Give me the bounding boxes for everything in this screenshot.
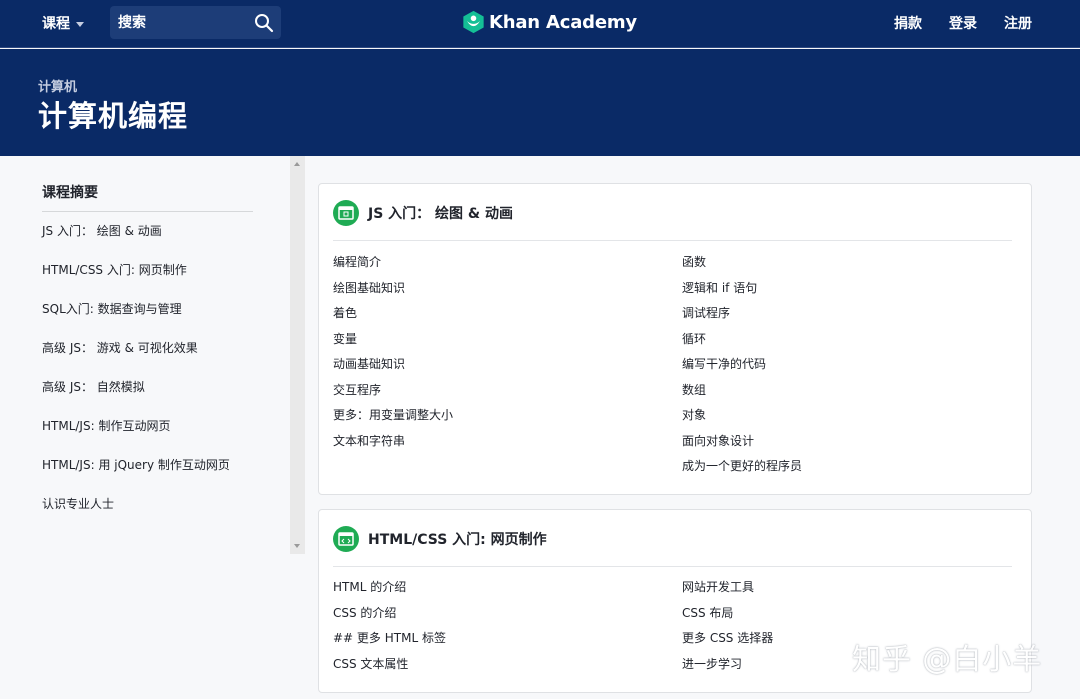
- topic-link[interactable]: 交互程序: [333, 381, 381, 398]
- topic-link[interactable]: 更多 CSS 选择器: [682, 629, 773, 646]
- search-box: [110, 6, 281, 39]
- topic-link[interactable]: CSS 的介绍: [333, 604, 396, 621]
- course-card-js-intro: JS 入门： 绘图 & 动画 编程简介 绘图基础知识 着色 变量 动画基础知识 …: [318, 183, 1032, 495]
- sidebar-item-advanced-js-games[interactable]: 高级 JS： 游戏 & 可视化效果: [42, 339, 198, 356]
- topic-link[interactable]: 网站开发工具: [682, 578, 754, 595]
- card-title: HTML/CSS 入门: 网页制作: [368, 532, 547, 548]
- topic-link[interactable]: 数组: [682, 381, 706, 398]
- search-icon[interactable]: [254, 13, 274, 33]
- topic-link[interactable]: 更多：用变量调整大小: [333, 406, 453, 423]
- sidebar-item-sql-intro[interactable]: SQL入门: 数据查询与管理: [42, 300, 182, 317]
- search-input[interactable]: [110, 6, 250, 39]
- login-link[interactable]: 登录: [949, 13, 977, 33]
- sidebar-item-meet-professionals[interactable]: 认识专业人士: [42, 495, 114, 512]
- topic-link[interactable]: 绘图基础知识: [333, 279, 405, 296]
- card-header[interactable]: HTML/CSS 入门: 网页制作: [333, 526, 547, 552]
- topic-link[interactable]: HTML 的介绍: [333, 578, 406, 595]
- course-summary-sidebar: 课程摘要 JS 入门： 绘图 & 动画 HTML/CSS 入门: 网页制作 SQ…: [0, 156, 290, 699]
- html-code-icon: [333, 526, 359, 552]
- sidebar-item-advanced-js-natural[interactable]: 高级 JS： 自然模拟: [42, 378, 145, 395]
- divider: [333, 240, 1012, 241]
- topic-link[interactable]: ## 更多 HTML 标签: [333, 629, 446, 646]
- sidebar-item-html-css-intro[interactable]: HTML/CSS 入门: 网页制作: [42, 261, 187, 278]
- topic-link[interactable]: 进一步学习: [682, 655, 742, 672]
- caret-down-icon: [76, 21, 84, 27]
- topic-link[interactable]: 着色: [333, 304, 357, 321]
- sidebar-item-html-js-jquery[interactable]: HTML/JS: 用 jQuery 制作互动网页: [42, 456, 230, 473]
- page-title: 计算机编程: [38, 99, 189, 133]
- brand-name: Khan Academy: [489, 11, 637, 33]
- khan-leaf-icon: [463, 10, 484, 34]
- topic-link[interactable]: 编写干净的代码: [682, 355, 766, 372]
- sidebar-item-js-intro[interactable]: JS 入门： 绘图 & 动画: [42, 222, 162, 239]
- courses-menu[interactable]: 课程: [42, 13, 84, 33]
- topic-link[interactable]: CSS 布局: [682, 604, 733, 621]
- subject-header: 计算机 计算机编程: [0, 49, 1080, 156]
- topic-link[interactable]: CSS 文本属性: [333, 655, 408, 672]
- divider: [333, 566, 1012, 567]
- donate-link[interactable]: 捐款: [894, 13, 922, 33]
- topic-link[interactable]: 逻辑和 if 语句: [682, 279, 757, 296]
- divider: [42, 211, 253, 212]
- topic-link[interactable]: 成为一个更好的程序员: [682, 457, 802, 474]
- scroll-down-icon[interactable]: [294, 544, 300, 548]
- topic-link[interactable]: 编程简介: [333, 253, 381, 270]
- topic-link[interactable]: 面向对象设计: [682, 432, 754, 449]
- sidebar-scrollbar[interactable]: [290, 156, 305, 554]
- topic-link[interactable]: 调试程序: [682, 304, 730, 321]
- khan-academy-logo[interactable]: Khan Academy: [462, 10, 637, 34]
- scroll-up-icon[interactable]: [294, 162, 300, 166]
- topic-link[interactable]: 循环: [682, 330, 706, 347]
- topic-link[interactable]: 文本和字符串: [333, 432, 405, 449]
- summary-title: 课程摘要: [42, 185, 98, 201]
- topic-link[interactable]: 函数: [682, 253, 706, 270]
- courses-label: 课程: [42, 16, 70, 32]
- card-header[interactable]: JS 入门： 绘图 & 动画: [333, 200, 513, 226]
- card-title: JS 入门： 绘图 & 动画: [368, 206, 513, 222]
- sidebar-item-html-js-interactive[interactable]: HTML/JS: 制作互动网页: [42, 417, 170, 434]
- topic-link[interactable]: 动画基础知识: [333, 355, 405, 372]
- topic-link[interactable]: 对象: [682, 406, 706, 423]
- top-nav: 课程 Khan Academy 捐款 登录 注册: [0, 0, 1080, 48]
- watermark: 知乎 @白小羊: [852, 642, 1043, 676]
- canvas-icon: [333, 200, 359, 226]
- topic-link[interactable]: 变量: [333, 330, 357, 347]
- signup-link[interactable]: 注册: [1004, 13, 1032, 33]
- account-links: 捐款 登录 注册: [894, 13, 1032, 33]
